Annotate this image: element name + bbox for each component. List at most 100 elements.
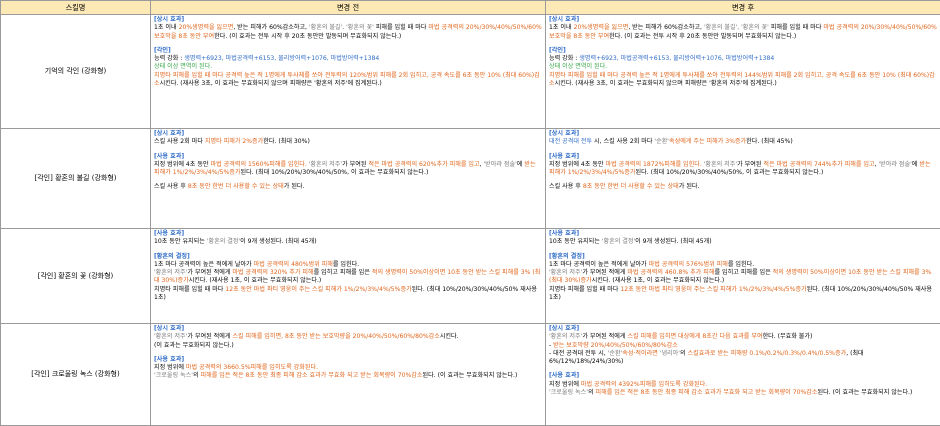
effect-paragraph: 스킬 사용 2회 마다 치명타 피해가 2%증가한다. (최대 30%) xyxy=(154,138,542,146)
effect-heading: [상시 효과] xyxy=(549,130,580,137)
effect-heading: [사용 효과] xyxy=(154,230,185,237)
effect-text: 마법 공격력의 320% 추가 피해 xyxy=(232,269,314,277)
effect-paragraph: '황혼의 저주'가 부여된 적에게 스킬 피해를 입히면, 8초 동안 받는 보… xyxy=(154,333,542,341)
effect-text: 스킬 사용 2회 마다 xyxy=(154,138,205,146)
effect-text: 치명타 피해를 입힐 때 마다 xyxy=(154,285,226,293)
effect-text: '황혼의 불길', '황혼의 꽃' xyxy=(703,24,769,32)
effect-text: '황혼의 저주' xyxy=(549,333,583,341)
effect-heading: [상시 효과] xyxy=(549,16,580,23)
effect-paragraph: 지정 범위에 마법 공격력의 4392%피해를 입히도록 강화된다. xyxy=(549,381,937,389)
effect-paragraph: [황혼의 결정] xyxy=(549,253,937,261)
effect-text: '황혼의 저주' xyxy=(703,160,738,168)
effect-paragraph: '황혼의 저주'가 부여된 적에게 스킬 피해를 입히면 대상에게 8초간 다음… xyxy=(549,333,937,341)
skill-name-cell: [각인] 황혼의 꽃 (강화형) xyxy=(0,228,151,324)
effect-text: 속성에게 주는 피해가 3%증가 xyxy=(669,138,747,146)
effect-text: 시킨다. (재사용 1초, 이 효과는 무효화되지 않는다.) xyxy=(591,277,725,285)
effect-text: 스킬 피해를 입히면, 8초 동안 받는 보호막량을 20%/40%/50%/6… xyxy=(232,333,440,341)
effect-paragraph: [황혼의 결정] xyxy=(154,253,542,261)
effect-heading: [각인] xyxy=(549,46,566,54)
effect-text: 시킨다. (재사용 3초, 이 효과는 무효화되지 않으며 피해량은 '황혼의 … xyxy=(554,80,777,88)
effect-paragraph: 1초 마다 공격력이 높은 적에게 날아가 마법 공격력의 480%범위 피해를… xyxy=(154,261,542,269)
effect-paragraph: 능력 강화 : 생명력+6923, 마법공격력+6153, 물리방어력+1076… xyxy=(154,55,542,63)
effect-text: 1초 마다 공격력이 높은 적에게 날아가 xyxy=(549,260,649,268)
effect-paragraph: [사용 효과] xyxy=(154,153,542,161)
effect-text: 20%생명력을 잃으면 xyxy=(178,24,234,32)
skill-name-cell: [각인] 크로울링 녹스 (강화형) xyxy=(0,323,151,426)
effect-paragraph: 1초 마다 공격력이 높은 적에게 날아가 마법 공격력의 576%범위 피해를… xyxy=(549,261,937,269)
effect-text: '받아랴 점술' xyxy=(878,160,912,168)
skill-name-cell: [각인] 황혼의 불길 (강화형) xyxy=(0,128,151,229)
effect-text: 1초 이내 xyxy=(549,24,574,32)
effect-text: '황혼의 저주' xyxy=(549,269,583,277)
header-before: 변경 전 xyxy=(150,0,546,15)
effect-text: '황혼의 결정' xyxy=(206,238,241,246)
effect-text: 지정 범위에 xyxy=(549,380,581,388)
effect-text: 시킨다. xyxy=(439,333,459,341)
header-after: 변경 후 xyxy=(545,0,940,15)
effect-text: 지정 범위에 xyxy=(154,364,186,372)
effect-heading: [상시 효과] xyxy=(154,16,185,23)
effect-text: 1초 마다 공격력이 높은 적에게 날아가 xyxy=(154,260,254,268)
effect-text: 10초 동안 유지되는 xyxy=(549,238,602,246)
effect-text: 스킬 피해를 입히면 대상에게 8초간 다음 효과를 부여 xyxy=(627,333,763,341)
effect-text: 상태 이상 면역이 된다. xyxy=(549,63,608,71)
effect-text: 10초 동안 유지되는 xyxy=(154,238,207,246)
effect-text: 된다. (이 효과는 무효화되지 않는다.) xyxy=(422,372,518,380)
effect-paragraph: [각인] xyxy=(549,47,937,55)
effect-paragraph: 스킬 사용 후 8초 동안 한번 더 사용할 수 있는 상태가 된다. xyxy=(154,183,542,191)
effect-paragraph: 치명타 피해를 입힐 때 마다 공격력 높은 적 1명에게 투사체를 쏘아 전투… xyxy=(549,72,937,89)
effect-text: '크로울링 녹스' xyxy=(549,389,588,397)
effect-paragraph: 1초 이내 20%생명력을 잃으면, 받는 피해가 60%감소하고, '황혼의 … xyxy=(154,24,542,41)
effect-paragraph: - 대전 공격대 전투 시, '순환'속성·적이라면 '냉리아'의 스킬효과로 … xyxy=(549,350,937,367)
effect-text: 스킬효과로 받는 피해량 0.1%/0.2%/0.3%/0.4%/0.5%증가 xyxy=(687,349,847,357)
table-header-row: 스킬명 변경 전 변경 후 xyxy=(0,0,940,15)
effect-text: 치명타 피해가 2%증가 xyxy=(204,138,264,146)
effect-text: 12초 동안 마법 파티 영웅이 주는 스킬 피해가 1%/2%/3%/4%/5… xyxy=(225,285,412,293)
effect-text: 시킨다. (재사용 1초, 이 효과는 무효화되지 않는다.) xyxy=(188,277,322,285)
effect-text: 마법 공격력의 1560%피해를 입힌다. xyxy=(210,160,307,168)
effect-text: 가 된다. xyxy=(678,183,700,191)
effect-heading: [사용 효과] xyxy=(154,152,185,160)
table-row: [각인] 황혼의 불길 (강화형) [상시 효과] 스킬 사용 2회 마다 치명타… xyxy=(0,128,940,229)
effect-text: 피해를 입힐 때 마다 xyxy=(373,24,429,32)
effect-text: 스킬 사용 후 xyxy=(549,183,583,191)
effect-heading: [상시 효과] xyxy=(154,325,185,332)
effect-paragraph: 치명타 피해를 입힐 때 마다 공격력 높은 적 1명에게 투사체를 쏘아 전투… xyxy=(154,72,542,89)
effect-text: 지정 범위에 4초 동안 xyxy=(549,160,606,168)
effect-text: 마법 공격력의 3660.5%피해를 입히도록 강화된다. xyxy=(185,364,319,372)
effect-text: 8초 동안 한번 더 사용할 수 있는 상태 xyxy=(582,183,679,191)
effect-text: '황혼의 결정' xyxy=(601,238,636,246)
effect-text: 지정 범위에 4초 동안 xyxy=(154,160,211,168)
effect-text: '냉리아' xyxy=(659,349,680,357)
effect-text: '황혼의 불길', '황혼의 꽃' xyxy=(308,24,374,32)
before-cell: [상시 효과] '황혼의 저주'가 부여된 적에게 스킬 피해를 입히면, 8초 … xyxy=(150,323,546,426)
effect-text: 능력 강화 : xyxy=(154,55,185,63)
after-cell: [상시 효과] 1초 이내 20%생명력을 잃으면, 받는 피해가 60%감소하고… xyxy=(545,14,940,129)
effect-paragraph: 상태 이상 면역이 된다. xyxy=(549,63,937,71)
effect-heading: [사용 효과] xyxy=(549,230,580,237)
effect-text: '순환' xyxy=(654,138,669,146)
effect-heading: [사용 효과] xyxy=(154,355,185,363)
effect-text: 가 부여된 적에게 xyxy=(187,269,233,277)
effect-text: 생명력+6923, 마법공격력+6153, 물리방어력+1076, 마법방어력+… xyxy=(184,55,380,63)
effect-text: 시, 스킬 사용 2회 마다 xyxy=(592,138,655,146)
effect-paragraph: 지정 범위에 4초 동안 마법 공격력의 1872%피해를 입힌다. '황혼의 … xyxy=(549,161,937,178)
effect-text: 가 된다. xyxy=(283,183,305,191)
after-cell: [상시 효과] 대전 공격대 전투 시, 스킬 사용 2회 마다 '순환'속성에게… xyxy=(545,128,940,229)
effect-paragraph: 치명타 피해를 입힐 때 마다 12초 동안 마법 파티 영웅이 주는 스킬 피… xyxy=(154,286,542,303)
skill-change-table: 스킬명 변경 전 변경 후 기억의 각인 (강화형) [상시 효과] 1초 이내 … xyxy=(0,0,940,426)
effect-text: 된다. (최대 10%/20%/30%/40%/50%, 이 효과는 무효화되지… xyxy=(635,169,824,177)
effect-paragraph: 능력 강화 : 생명력+6923, 마법공격력+6153, 물리방어력+1076… xyxy=(549,55,937,63)
effect-text: 가 부여된 적에게 xyxy=(582,269,628,277)
effect-text: 시킨다. (재사용 3초, 이 효과는 무효화되지 않으며 피해량은 '황혼의 … xyxy=(159,80,382,88)
effect-paragraph: - 받는 보호막량 20%/40%/50%/60%/80%감소 xyxy=(549,342,937,350)
effect-text: 생명력+6923, 마법공격력+6153, 물리방어력+1076, 마법방어력+… xyxy=(579,55,775,63)
effect-paragraph: 1초 이내 20%생명력을 잃으면, 받는 피해가 60%감소하고, '황혼의 … xyxy=(549,24,937,41)
effect-text: 한다. (무효화 불가) xyxy=(762,333,813,341)
effect-paragraph: [사용 효과] xyxy=(549,153,937,161)
effect-text: 8초 동안 한번 더 사용할 수 있는 상태 xyxy=(187,183,284,191)
effect-text: '황혼의 저주' xyxy=(308,160,343,168)
table-row: [각인] 크로울링 녹스 (강화형) [상시 효과] '황혼의 저주'가 부여된 … xyxy=(0,323,940,426)
effect-text: '순환' xyxy=(607,349,623,357)
effect-text: 마법 공격력의 4392%피해를 입히도록 강화된다. xyxy=(580,380,708,388)
